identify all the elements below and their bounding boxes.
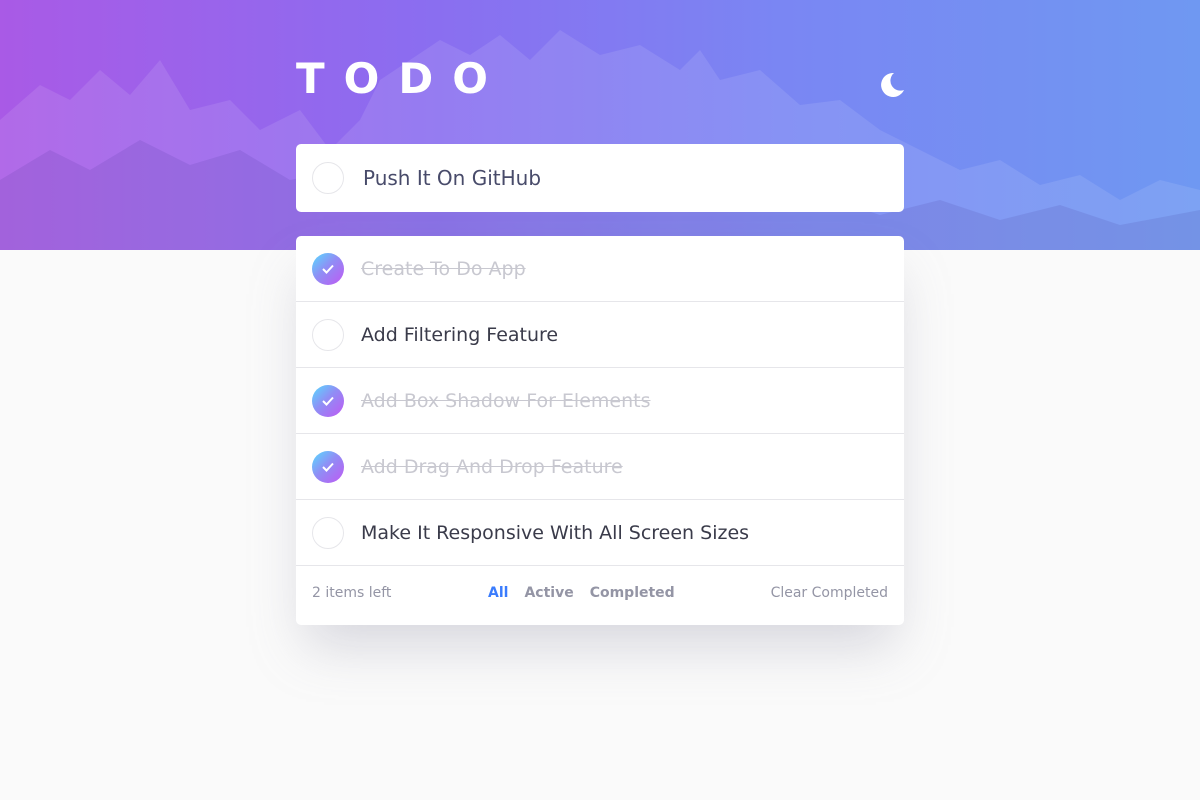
- checkmark-icon: [322, 396, 334, 406]
- todo-label: Add Filtering Feature: [361, 323, 559, 346]
- todo-list: Create To Do App Add Filtering Feature A…: [296, 236, 904, 625]
- checkmark-icon: [322, 264, 334, 274]
- checkbox-unchecked[interactable]: [312, 516, 344, 549]
- todo-item[interactable]: Add Box Shadow For Elements: [296, 368, 904, 434]
- todo-item[interactable]: Add Filtering Feature: [296, 302, 904, 368]
- todo-item[interactable]: Create To Do App: [296, 236, 904, 302]
- filter-completed[interactable]: Completed: [590, 585, 675, 601]
- filter-tabs: All Active Completed: [488, 585, 691, 601]
- filter-all[interactable]: All: [488, 585, 508, 601]
- filter-active[interactable]: Active: [524, 585, 573, 601]
- new-todo-input[interactable]: [363, 166, 863, 190]
- todo-label: Create To Do App: [361, 257, 526, 280]
- todo-label: Make It Responsive With All Screen Sizes: [361, 521, 750, 544]
- theme-toggle-button[interactable]: [874, 68, 908, 102]
- app-title: TODO: [296, 54, 507, 103]
- checkbox-checked[interactable]: [312, 384, 344, 417]
- todo-label: Add Drag And Drop Feature: [361, 455, 623, 478]
- hero-banner: [0, 0, 1200, 250]
- todo-item[interactable]: Make It Responsive With All Screen Sizes: [296, 500, 904, 566]
- checkbox-checked[interactable]: [312, 252, 344, 285]
- todo-item[interactable]: Add Drag And Drop Feature: [296, 434, 904, 500]
- checkbox-unchecked[interactable]: [312, 318, 344, 351]
- todo-label: Add Box Shadow For Elements: [361, 389, 651, 412]
- list-footer: 2 items left All Active Completed Clear …: [296, 566, 904, 623]
- new-todo-circle[interactable]: [312, 162, 344, 194]
- mountain-background-image: [0, 30, 1200, 250]
- clear-completed-button[interactable]: Clear Completed: [771, 585, 888, 601]
- checkmark-icon: [322, 462, 334, 472]
- moon-icon: [881, 72, 904, 97]
- items-left-count: 2 items left: [312, 585, 392, 601]
- checkbox-checked[interactable]: [312, 450, 344, 483]
- new-todo-bar: [296, 144, 904, 212]
